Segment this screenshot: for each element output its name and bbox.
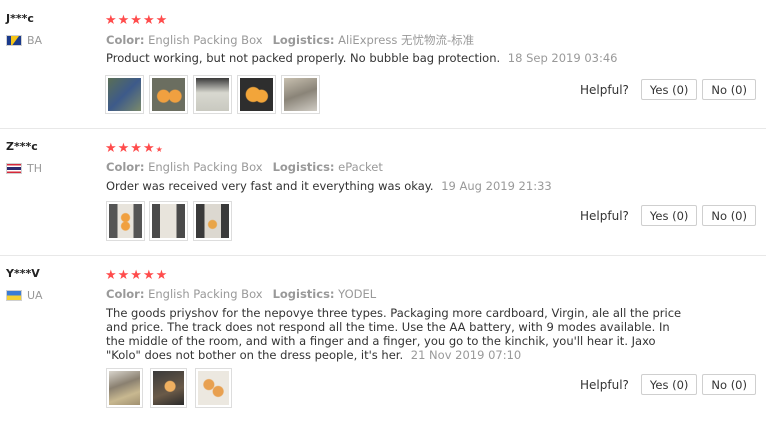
review-item: Z***c TH ★★★★★ Color: English Packing Bo…: [0, 140, 766, 250]
country-code: BA: [27, 34, 43, 47]
review-text-block: Order was received very fast and it ever…: [106, 179, 686, 193]
helpful-controls: Helpful? Yes (0) No (0): [580, 205, 756, 226]
helpful-no-button[interactable]: No (0): [702, 79, 756, 100]
review-photo[interactable]: [193, 75, 232, 114]
helpful-yes-button[interactable]: Yes (0): [640, 79, 698, 100]
reviewer-country: UA: [6, 289, 43, 302]
rating-stars: ★★★★★: [105, 13, 169, 28]
ukraine-flag-icon: [6, 290, 22, 301]
logistics-value: YODEL: [338, 287, 377, 301]
helpful-label: Helpful?: [580, 208, 629, 223]
reviewer-name: J***c: [6, 12, 34, 25]
helpful-label: Helpful?: [580, 377, 629, 392]
review-divider: [0, 255, 766, 256]
review-meta: Color: English Packing Box Logistics: ePa…: [106, 160, 383, 174]
review-item: Y***V UA ★★★★★ Color: English Packing Bo…: [0, 267, 766, 417]
reviewer-country: BA: [6, 34, 42, 47]
logistics-value: ePacket: [338, 160, 383, 174]
review-date: 19 Aug 2019 21:33: [441, 179, 552, 193]
helpful-controls: Helpful? Yes (0) No (0): [580, 374, 756, 395]
reviewer-country: TH: [6, 162, 42, 175]
color-value: English Packing Box: [148, 33, 263, 47]
rating-stars: ★★★★★: [105, 141, 164, 156]
review-photo[interactable]: [106, 201, 145, 241]
helpful-no-button[interactable]: No (0): [702, 205, 756, 226]
review-photo[interactable]: [237, 75, 276, 114]
review-meta: Color: English Packing Box Logistics: Ali…: [106, 33, 475, 47]
color-value: English Packing Box: [148, 287, 263, 301]
bosnia-flag-icon: [6, 35, 22, 46]
country-code: TH: [27, 162, 42, 175]
review-text-block: The goods priyshov for the nepovye three…: [106, 306, 686, 362]
review-divider: [0, 128, 766, 129]
review-photo[interactable]: [149, 75, 188, 114]
review-photo[interactable]: [105, 75, 144, 114]
rating-stars: ★★★★★: [105, 268, 169, 283]
reviewer-name: Y***V: [6, 267, 40, 280]
review-text-block: Product working, but not packed properly…: [106, 51, 686, 65]
reviewer-name: Z***c: [6, 140, 38, 153]
review-photo[interactable]: [149, 201, 188, 241]
helpful-no-button[interactable]: No (0): [702, 374, 756, 395]
helpful-yes-button[interactable]: Yes (0): [640, 205, 698, 226]
review-date: 21 Nov 2019 07:10: [410, 348, 522, 362]
review-meta: Color: English Packing Box Logistics: YOD…: [106, 287, 377, 301]
helpful-yes-button[interactable]: Yes (0): [640, 374, 698, 395]
review-date: 18 Sep 2019 03:46: [507, 51, 618, 65]
logistics-value: AliExpress 无忧物流-标准: [338, 33, 475, 47]
review-photo[interactable]: [193, 201, 232, 241]
review-text: Order was received very fast and it ever…: [106, 179, 434, 193]
thailand-flag-icon: [6, 163, 22, 174]
review-photo[interactable]: [150, 368, 187, 408]
review-text: Product working, but not packed properly…: [106, 51, 501, 65]
review-photo[interactable]: [195, 368, 232, 408]
color-value: English Packing Box: [148, 160, 263, 174]
country-code: UA: [27, 289, 43, 302]
helpful-label: Helpful?: [580, 82, 629, 97]
helpful-controls: Helpful? Yes (0) No (0): [580, 79, 756, 100]
review-item: J***c BA ★★★★★ Color: English Packing Bo…: [0, 12, 766, 124]
review-photo[interactable]: [281, 75, 320, 114]
review-text: The goods priyshov for the nepovye three…: [106, 306, 682, 362]
review-photo[interactable]: [106, 368, 143, 408]
